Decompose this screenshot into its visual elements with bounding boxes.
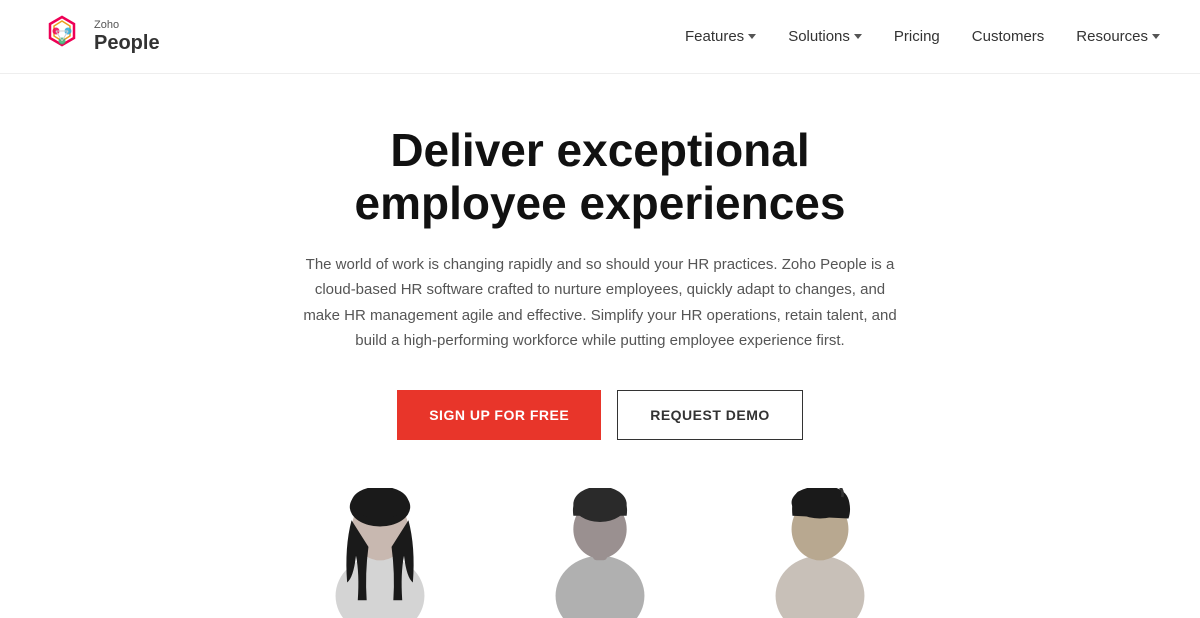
- person-right-svg: [755, 488, 885, 618]
- logo-text: Zoho People: [94, 19, 160, 53]
- nav-item-customers[interactable]: Customers: [972, 28, 1045, 46]
- center-person-wrapper: Remote In: [520, 488, 680, 618]
- features-dropdown-icon: [748, 34, 756, 39]
- nav-item-features[interactable]: Features: [685, 28, 756, 45]
- hero-section: Deliver exceptional employee experiences…: [0, 74, 1200, 618]
- resources-link[interactable]: Resources: [1076, 28, 1160, 45]
- solutions-link[interactable]: Solutions: [788, 28, 862, 45]
- nav-item-solutions[interactable]: Solutions: [788, 28, 862, 45]
- person-center: [520, 488, 680, 618]
- person-left-svg: [315, 488, 445, 618]
- nav-links: Features Solutions Pricing Customers Res…: [685, 28, 1160, 46]
- nav-item-pricing[interactable]: Pricing: [894, 28, 940, 46]
- logo[interactable]: Zoho People: [40, 15, 160, 59]
- brand-zoho: Zoho: [94, 19, 160, 31]
- people-strip: Remote In: [150, 488, 1050, 618]
- person-right: [740, 488, 900, 618]
- hero-title-line1: Deliver exceptional: [390, 124, 809, 176]
- hero-subtitle: The world of work is changing rapidly an…: [300, 252, 900, 354]
- features-link[interactable]: Features: [685, 28, 756, 45]
- nav-item-resources[interactable]: Resources: [1076, 28, 1160, 45]
- hero-buttons: SIGN UP FOR FREE REQUEST DEMO: [397, 390, 803, 440]
- pricing-label: Pricing: [894, 28, 940, 45]
- customers-label: Customers: [972, 28, 1045, 45]
- solutions-dropdown-icon: [854, 34, 862, 39]
- resources-dropdown-icon: [1152, 34, 1160, 39]
- solutions-label: Solutions: [788, 28, 850, 45]
- person-left: [300, 488, 460, 618]
- hero-title-line2: employee experiences: [355, 177, 846, 229]
- person-center-svg: [535, 488, 665, 618]
- logo-icon: [40, 15, 84, 59]
- demo-button[interactable]: REQUEST DEMO: [617, 390, 803, 440]
- features-label: Features: [685, 28, 744, 45]
- brand-people: People: [94, 32, 160, 54]
- pricing-link[interactable]: Pricing: [894, 28, 940, 45]
- signup-button[interactable]: SIGN UP FOR FREE: [397, 390, 601, 440]
- navbar: Zoho People Features Solutions Pricing C…: [0, 0, 1200, 74]
- customers-link[interactable]: Customers: [972, 28, 1045, 45]
- hero-title: Deliver exceptional employee experiences: [355, 124, 846, 230]
- resources-label: Resources: [1076, 28, 1148, 45]
